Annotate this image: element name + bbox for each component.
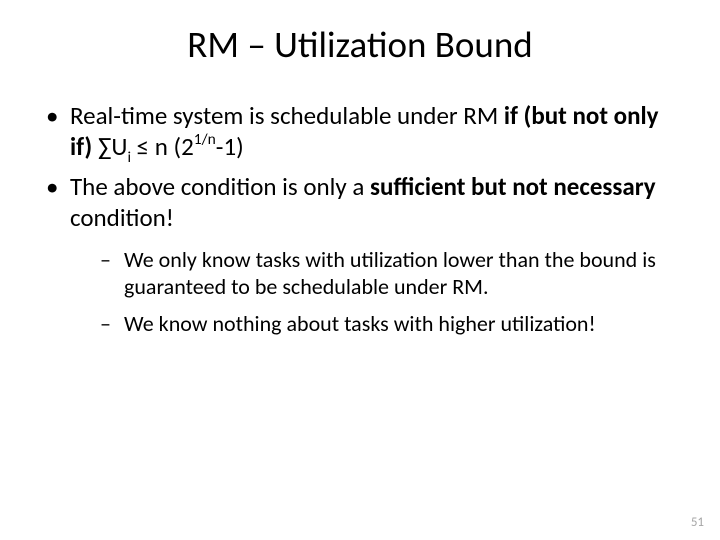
- sub-bullet-list: We only know tasks with utilization lowe…: [70, 247, 680, 337]
- slide: RM – Utilization Bound Real-time system …: [0, 0, 720, 540]
- b1-mid: ≤ n (2: [131, 131, 194, 162]
- b1-end: -1): [216, 131, 244, 162]
- page-number: 51: [691, 515, 704, 530]
- b1-sup: 1/n: [194, 130, 216, 149]
- b1-sub: i: [127, 148, 131, 167]
- b2-pre: The above condition is only a: [70, 171, 370, 202]
- b2-bold: sufficient but not necessary: [370, 171, 656, 202]
- b1-pre: Real-time system is schedulable under RM: [70, 100, 504, 131]
- slide-title: RM – Utilization Bound: [40, 22, 680, 67]
- bullet-list: Real-time system is schedulable under RM…: [40, 101, 680, 338]
- sub-bullet-1: We only know tasks with utilization lowe…: [70, 247, 680, 301]
- bullet-1: Real-time system is schedulable under RM…: [40, 101, 680, 166]
- b1-sum: ∑U: [92, 131, 127, 162]
- sub-bullet-2: We know nothing about tasks with higher …: [70, 311, 680, 338]
- bullet-2: The above condition is only a sufficient…: [40, 172, 680, 337]
- b2-post: condition!: [70, 202, 174, 233]
